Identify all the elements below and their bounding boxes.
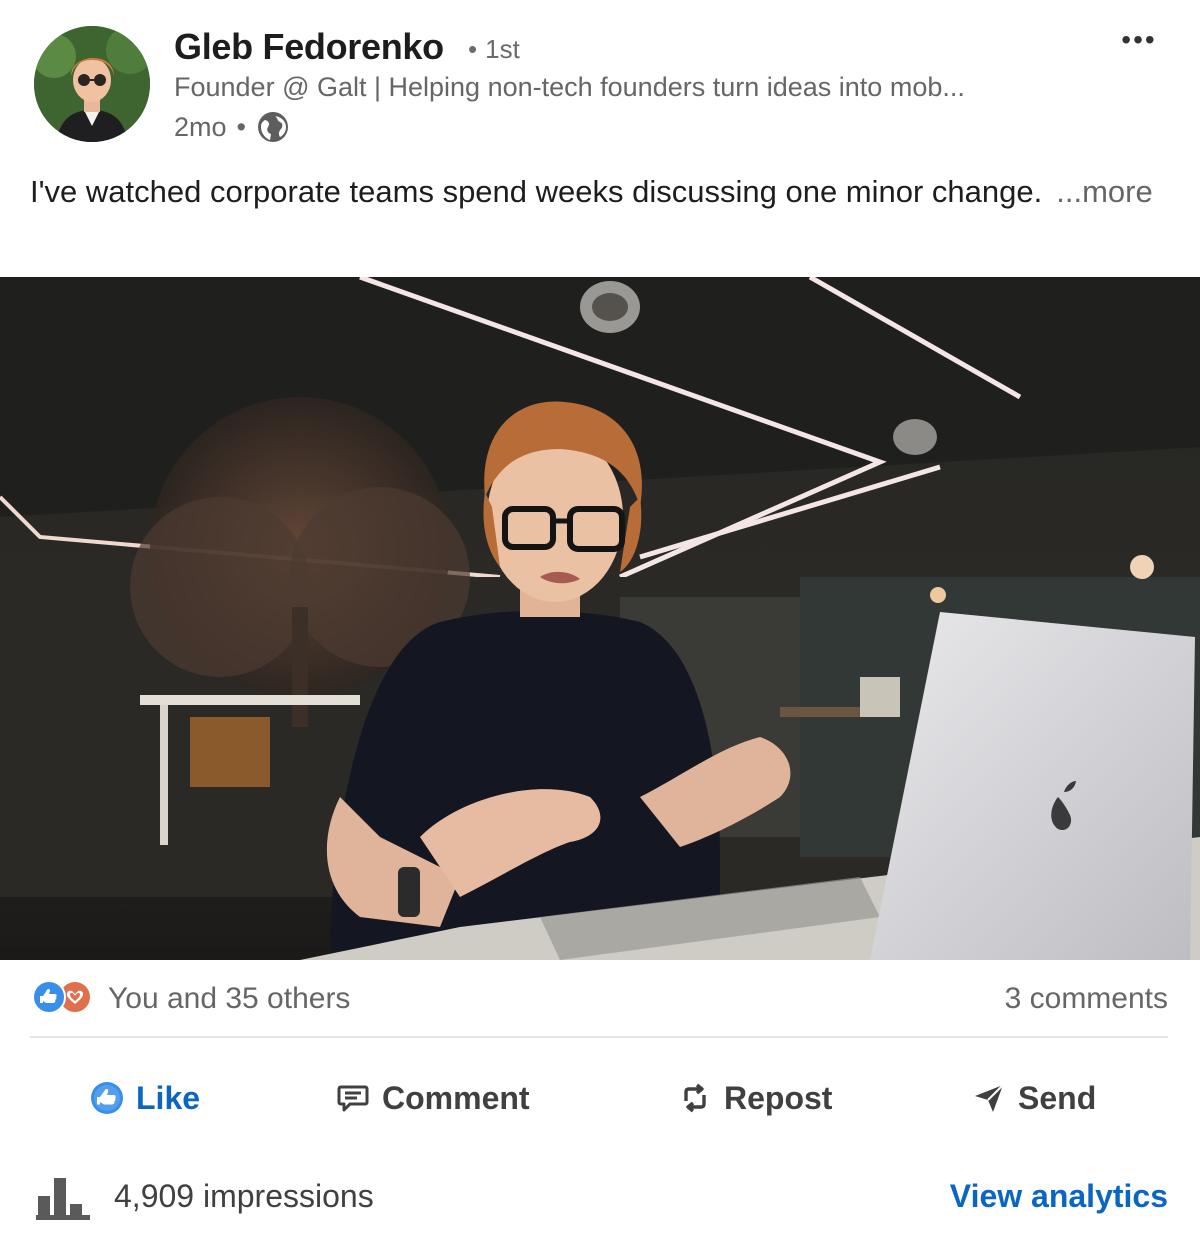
repost-label: Repost — [724, 1079, 833, 1116]
impressions-label: impressions — [202, 1178, 374, 1214]
post-body: I've watched corporate teams spend weeks… — [30, 174, 1043, 209]
counts-divider — [30, 1036, 1168, 1038]
post-header: Gleb Fedorenko • 1st Founder @ Galt | Hel… — [0, 0, 1200, 160]
comments-count[interactable]: 3 comments — [1005, 982, 1168, 1016]
connection-degree: • 1st — [468, 34, 520, 65]
degree-separator: • — [468, 34, 478, 64]
reactions-summary[interactable] — [32, 980, 92, 1014]
comment-button[interactable]: Comment — [336, 1068, 530, 1128]
degree-label: 1st — [485, 34, 520, 64]
like-reaction-icon — [32, 980, 66, 1014]
more-options-icon[interactable]: ••• — [1116, 24, 1162, 58]
author-headline: Founder @ Galt | Helping non-tech founde… — [174, 72, 965, 102]
comment-label: Comment — [382, 1079, 530, 1116]
view-analytics-link[interactable]: View analytics — [950, 1178, 1168, 1215]
post-meta: 2mo • — [174, 110, 290, 144]
impressions-number: 4,909 — [114, 1178, 195, 1214]
like-button[interactable]: Like — [90, 1068, 200, 1128]
bar-chart-icon — [36, 1174, 90, 1220]
like-icon — [91, 1082, 123, 1114]
post-text: I've watched corporate teams spend weeks… — [30, 168, 1170, 216]
see-more-link[interactable]: ...more — [1056, 174, 1152, 209]
send-button[interactable]: Send — [972, 1068, 1096, 1128]
post-video[interactable] — [0, 277, 1200, 960]
post-analytics: 4,909 impressions View analytics — [30, 1170, 1168, 1220]
post-time: 2mo — [174, 111, 227, 142]
social-counts: You and 35 others 3 comments — [30, 980, 1168, 1020]
send-icon — [975, 1084, 1004, 1112]
author-avatar[interactable] — [34, 26, 150, 142]
reactions-count[interactable]: You and 35 others — [108, 982, 350, 1016]
meta-separator: • — [236, 111, 246, 142]
comment-icon — [337, 1085, 369, 1112]
repost-button[interactable]: Repost — [678, 1068, 832, 1128]
action-bar: Like Comment Repost Send — [30, 1068, 1168, 1128]
like-label: Like — [136, 1079, 201, 1116]
impressions-count: 4,909 impressions — [114, 1178, 374, 1215]
author-name[interactable]: Gleb Fedorenko — [174, 26, 444, 68]
globe-icon — [256, 110, 290, 144]
send-label: Send — [1018, 1079, 1097, 1116]
repost-icon — [684, 1083, 706, 1113]
